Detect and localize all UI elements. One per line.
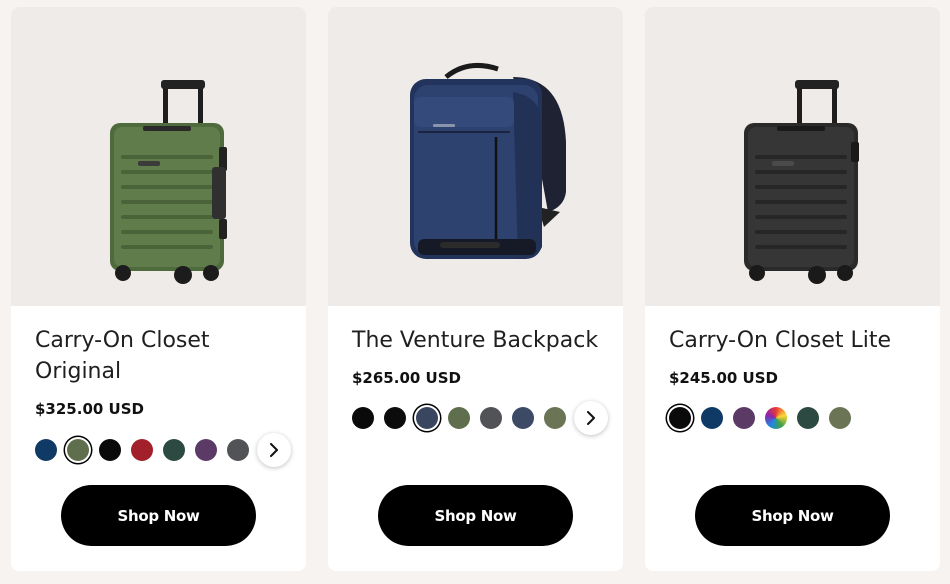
color-swatches xyxy=(352,403,576,433)
color-swatch[interactable] xyxy=(131,439,153,461)
color-swatch[interactable] xyxy=(448,407,470,429)
shop-now-button[interactable]: Shop Now xyxy=(61,485,256,546)
product-price: $265.00 USD xyxy=(352,369,461,387)
color-swatch[interactable] xyxy=(829,407,851,429)
product-title[interactable]: Carry-On Closet Lite xyxy=(669,325,919,356)
product-card[interactable]: Carry-On Closet Original $325.00 USD Sho… xyxy=(11,7,306,571)
next-colors-button[interactable] xyxy=(574,401,608,435)
backpack-illustration xyxy=(410,62,566,259)
product-image[interactable] xyxy=(328,7,623,306)
product-title[interactable]: Carry-On Closet Original xyxy=(35,325,285,387)
suitcase-illustration xyxy=(110,80,227,284)
color-swatch[interactable] xyxy=(733,407,755,429)
color-swatch-selected[interactable] xyxy=(416,407,438,429)
product-card[interactable]: Carry-On Closet Lite $245.00 USD Shop No… xyxy=(645,7,940,571)
color-swatch[interactable] xyxy=(701,407,723,429)
color-swatch[interactable] xyxy=(384,407,406,429)
color-swatch-selected[interactable] xyxy=(67,439,89,461)
shop-now-button[interactable]: Shop Now xyxy=(695,485,890,546)
shop-now-button[interactable]: Shop Now xyxy=(378,485,573,546)
color-swatches xyxy=(669,403,861,433)
color-swatch[interactable] xyxy=(765,407,787,429)
color-swatch[interactable] xyxy=(544,407,566,429)
product-title[interactable]: The Venture Backpack xyxy=(352,325,602,356)
product-image[interactable] xyxy=(11,7,306,306)
color-swatch[interactable] xyxy=(99,439,121,461)
suitcase-illustration xyxy=(744,80,859,284)
product-image[interactable] xyxy=(645,7,940,306)
product-card[interactable]: The Venture Backpack $265.00 USD Shop No… xyxy=(328,7,623,571)
next-colors-button[interactable] xyxy=(257,433,291,467)
color-swatch[interactable] xyxy=(480,407,502,429)
color-swatch[interactable] xyxy=(352,407,374,429)
color-swatch[interactable] xyxy=(35,439,57,461)
chevron-right-icon xyxy=(270,443,278,457)
color-swatches xyxy=(35,435,259,465)
product-price: $325.00 USD xyxy=(35,400,144,418)
color-swatch[interactable] xyxy=(195,439,217,461)
color-swatch[interactable] xyxy=(797,407,819,429)
product-price: $245.00 USD xyxy=(669,369,778,387)
color-swatch[interactable] xyxy=(227,439,249,461)
chevron-right-icon xyxy=(587,411,595,425)
color-swatch[interactable] xyxy=(512,407,534,429)
color-swatch[interactable] xyxy=(163,439,185,461)
color-swatch-selected[interactable] xyxy=(669,407,691,429)
